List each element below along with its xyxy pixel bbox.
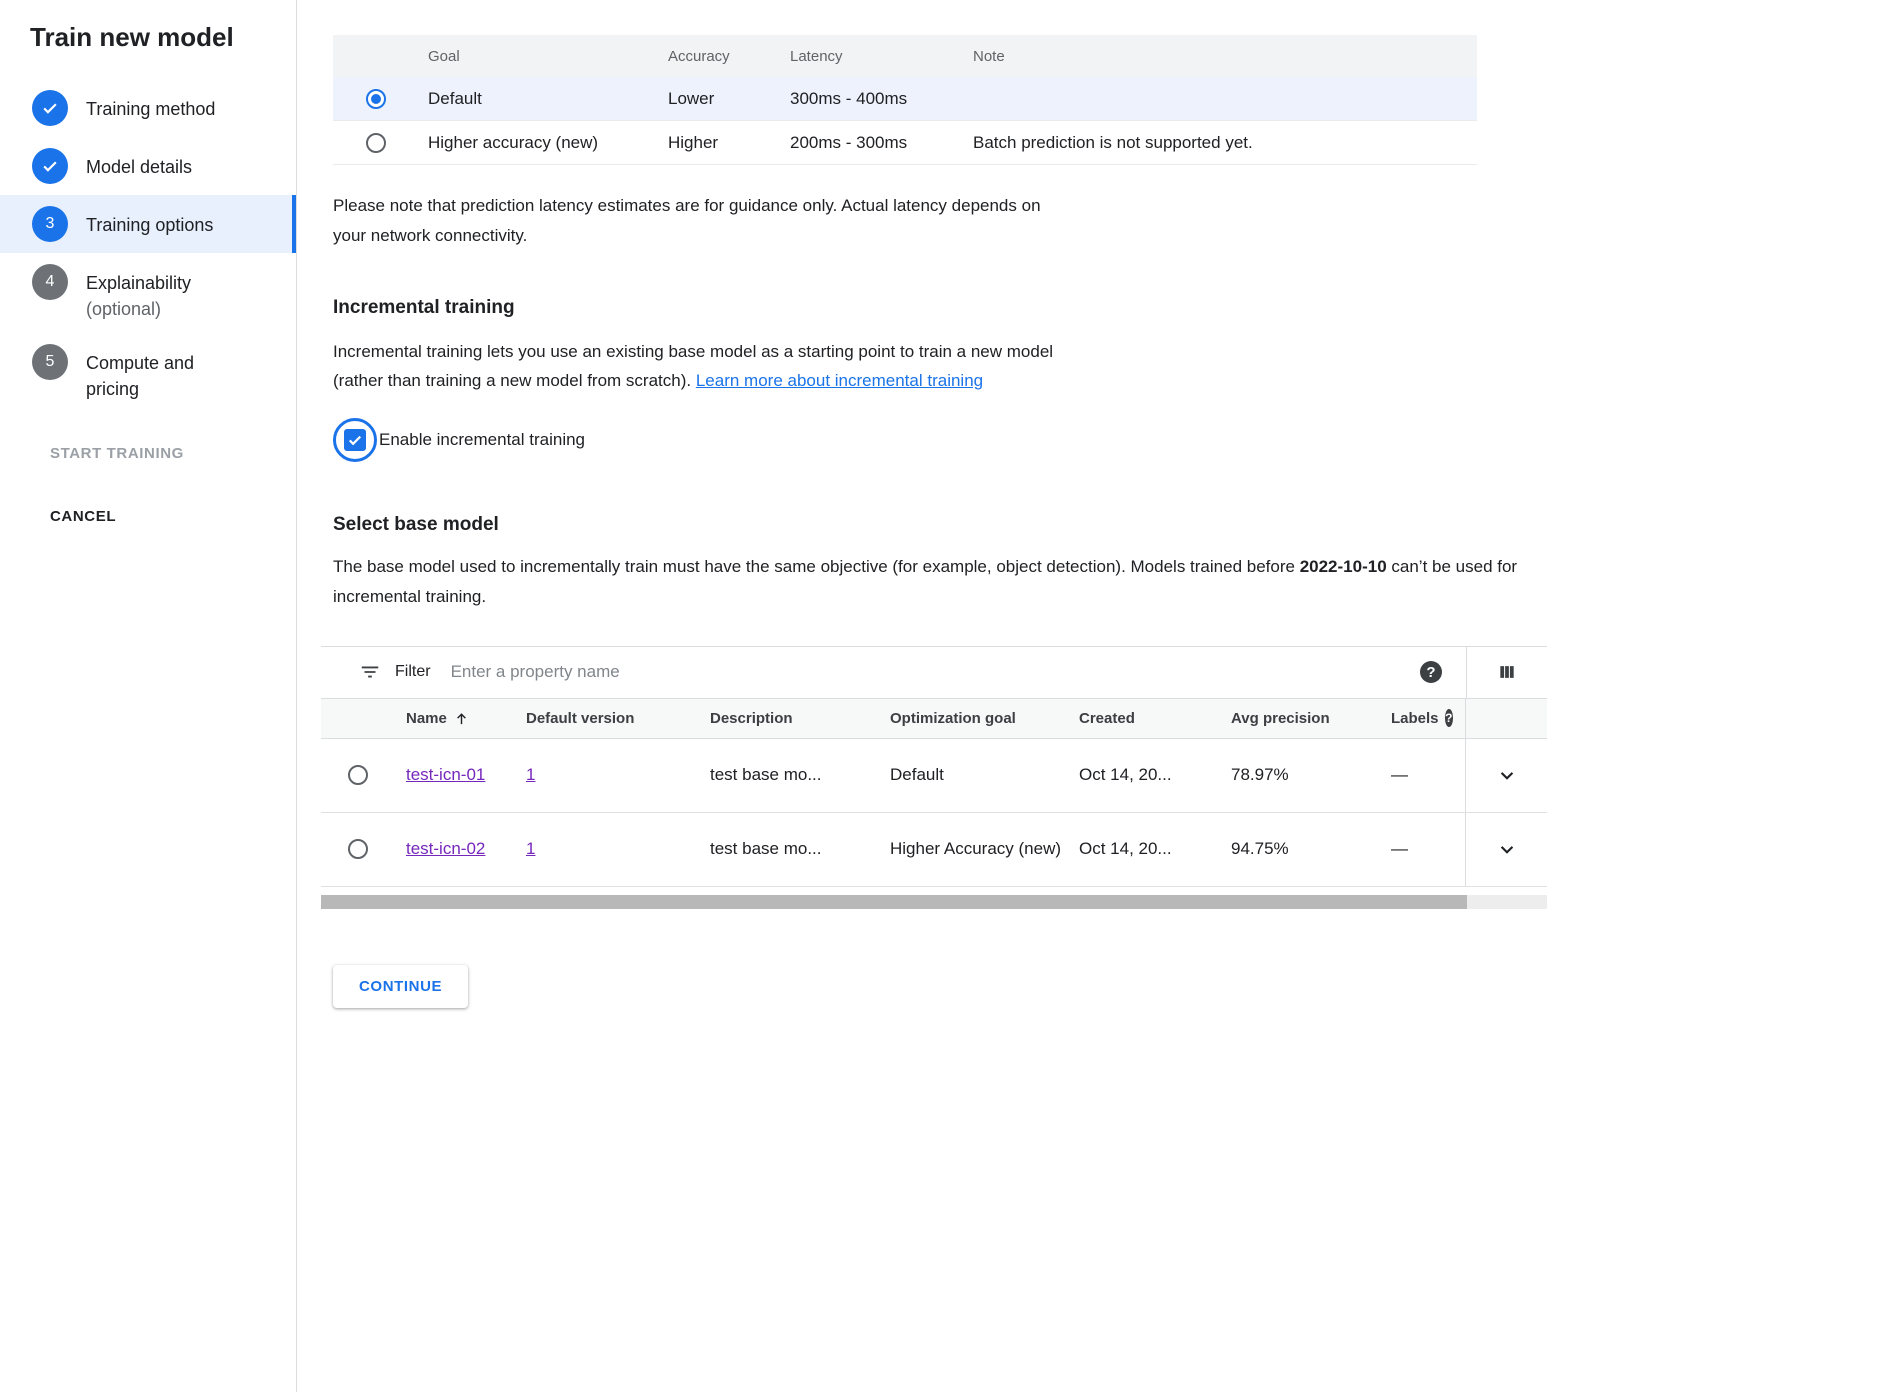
step-label-optional: (optional)	[86, 299, 161, 319]
goal-header-note: Note	[973, 48, 1477, 65]
incremental-training-description: Incremental training lets you use an exi…	[333, 337, 1068, 397]
bm-header-created[interactable]: Created	[1079, 710, 1231, 727]
model-description: test base mo...	[710, 765, 890, 785]
training-goal-table: Goal Accuracy Latency Note Default Lower…	[333, 35, 1477, 165]
model-avg-precision: 78.97%	[1231, 765, 1391, 785]
scrollbar-thumb[interactable]	[321, 895, 1467, 909]
step-label: Compute and pricing	[86, 344, 246, 402]
sidebar-item-compute-pricing[interactable]: 5 Compute and pricing	[0, 333, 296, 413]
model-created: Oct 14, 20...	[1079, 765, 1231, 785]
base-model-radio[interactable]	[348, 765, 368, 785]
goal-cell-goal: Default	[428, 89, 668, 109]
model-avg-precision: 94.75%	[1231, 839, 1391, 859]
goal-header-goal: Goal	[428, 48, 668, 65]
column-chooser-icon[interactable]	[1467, 662, 1547, 682]
help-icon[interactable]: ?	[1420, 661, 1442, 683]
horizontal-scrollbar[interactable]	[321, 895, 1547, 909]
step-number-icon: 3	[32, 206, 68, 242]
cancel-button[interactable]: CANCEL	[50, 508, 116, 525]
chevron-down-icon	[1494, 762, 1520, 788]
base-model-radio[interactable]	[348, 839, 368, 859]
base-table-header: Name Default version Description Optimiz…	[321, 699, 1547, 739]
step-label: Training options	[86, 206, 213, 238]
bm-header-version[interactable]: Default version	[526, 710, 710, 727]
radio-unselected-icon[interactable]	[366, 133, 386, 153]
sidebar-item-training-method[interactable]: Training method	[0, 79, 296, 137]
check-icon	[32, 90, 68, 126]
sidebar-item-model-details[interactable]: Model details	[0, 137, 296, 195]
incremental-training-heading: Incremental training	[333, 297, 1866, 319]
filter-bar: Filter ?	[321, 646, 1547, 699]
bm-header-precision[interactable]: Avg precision	[1231, 710, 1391, 727]
goal-cell-goal: Higher accuracy (new)	[428, 133, 668, 153]
table-row: test-icn-01 1 test base mo... Default Oc…	[321, 739, 1547, 813]
step-label: Model details	[86, 148, 192, 180]
filter-icon	[359, 661, 381, 683]
checkbox-label[interactable]: Enable incremental training	[379, 430, 585, 450]
goal-row-default[interactable]: Default Lower 300ms - 400ms	[333, 77, 1477, 121]
page-title: Train new model	[30, 22, 296, 53]
bm-header-name-label: Name	[406, 710, 447, 727]
filter-label: Filter	[395, 663, 431, 681]
continue-button[interactable]: CONTINUE	[333, 965, 468, 1008]
goal-header-accuracy: Accuracy	[668, 48, 790, 65]
model-description: test base mo...	[710, 839, 890, 859]
expand-row-button[interactable]	[1494, 762, 1520, 788]
model-optimization-goal: Higher Accuracy (new)	[890, 835, 1079, 863]
table-row: test-icn-02 1 test base mo... Higher Acc…	[321, 813, 1547, 887]
step-label: Training method	[86, 90, 215, 122]
bm-header-labels-label: Labels	[1391, 710, 1439, 727]
model-version-link[interactable]: 1	[526, 761, 535, 789]
model-optimization-goal: Default	[890, 761, 1079, 789]
step-number-icon: 4	[32, 264, 68, 300]
bm-header-expand-spacer	[1465, 699, 1547, 738]
start-training-button[interactable]: START TRAINING	[50, 445, 184, 462]
chevron-down-icon	[1494, 836, 1520, 862]
bm-header-goal[interactable]: Optimization goal	[890, 710, 1079, 727]
goal-cell-accuracy: Higher	[668, 133, 790, 153]
select-base-model-heading: Select base model	[333, 514, 1866, 536]
filter-bar-actions: ?	[1420, 647, 1547, 698]
checkbox-focus-ring	[333, 418, 377, 462]
incremental-checkbox[interactable]	[344, 429, 366, 451]
goal-cell-accuracy: Lower	[668, 89, 790, 109]
enable-incremental-checkbox-row[interactable]: Enable incremental training	[333, 418, 1866, 462]
wizard-sidebar: Train new model Training method Model de…	[0, 0, 297, 1392]
bm-header-name[interactable]: Name	[406, 710, 526, 727]
goal-cell-latency: 300ms - 400ms	[790, 89, 973, 109]
sidebar-item-explainability[interactable]: 4 Explainability (optional)	[0, 253, 296, 333]
step-label-main: Explainability	[86, 273, 191, 293]
model-name-link[interactable]: test-icn-02	[406, 835, 485, 863]
latency-disclaimer: Please note that prediction latency esti…	[333, 191, 1048, 251]
expand-row-button[interactable]	[1494, 836, 1520, 862]
check-icon	[346, 431, 364, 449]
model-created: Oct 14, 20...	[1079, 839, 1231, 859]
bm-header-description[interactable]: Description	[710, 710, 890, 727]
goal-cell-note: Batch prediction is not supported yet.	[973, 133, 1477, 153]
step-label: Explainability (optional)	[86, 264, 191, 322]
base-description-before: The base model used to incrementally tra…	[333, 557, 1295, 576]
model-version-link[interactable]: 1	[526, 835, 535, 863]
model-labels: —	[1391, 765, 1465, 785]
sort-ascending-icon[interactable]	[453, 710, 470, 727]
labels-help-icon[interactable]: ?	[1445, 709, 1453, 727]
radio-selected-icon[interactable]	[366, 89, 386, 109]
sidebar-item-training-options[interactable]: 3 Training options	[0, 195, 296, 253]
bm-header-labels[interactable]: Labels ?	[1391, 709, 1465, 727]
model-labels: —	[1391, 839, 1465, 859]
model-name-link[interactable]: test-icn-01	[406, 761, 485, 789]
check-icon	[32, 148, 68, 184]
goal-header-latency: Latency	[790, 48, 973, 65]
base-description-date: 2022-10-10	[1300, 557, 1387, 576]
base-model-table: Filter ? Name Default version Descriptio…	[321, 646, 1547, 909]
learn-more-link[interactable]: Learn more about incremental training	[696, 371, 983, 390]
step-number-icon: 5	[32, 344, 68, 380]
goal-table-header: Goal Accuracy Latency Note	[333, 35, 1477, 77]
goal-cell-latency: 200ms - 300ms	[790, 133, 973, 153]
filter-input[interactable]	[451, 662, 1151, 682]
main-content: Goal Accuracy Latency Note Default Lower…	[297, 0, 1896, 1392]
base-model-description: The base model used to incrementally tra…	[333, 552, 1548, 612]
goal-row-higher-accuracy[interactable]: Higher accuracy (new) Higher 200ms - 300…	[333, 121, 1477, 165]
